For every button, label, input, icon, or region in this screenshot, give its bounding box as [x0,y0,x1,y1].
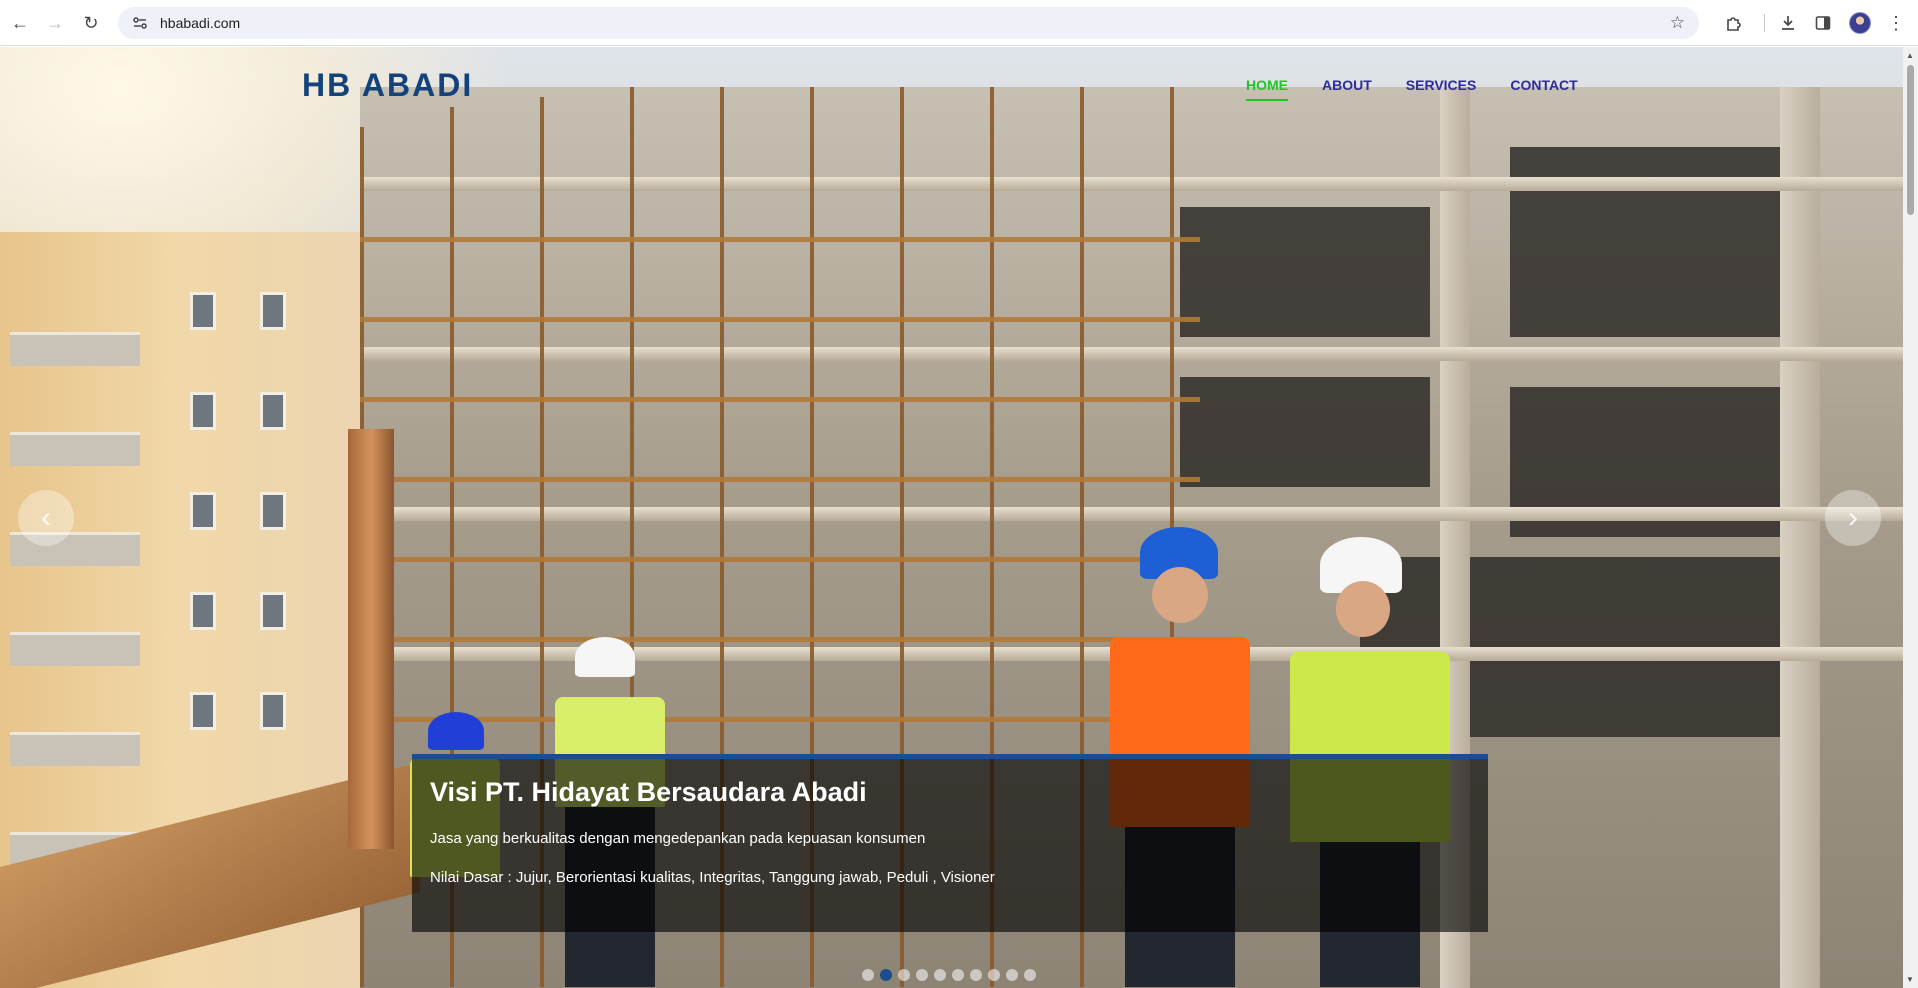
carousel-indicator-dot[interactable] [862,969,874,981]
url-text[interactable]: hbabadi.com [160,15,240,31]
carousel-indicator-dot[interactable] [988,969,1000,981]
nav-home[interactable]: HOME [1246,77,1288,101]
carousel-indicator-dot[interactable] [898,969,910,981]
back-arrow-icon[interactable]: ← [6,9,34,37]
carousel-indicator-dot[interactable] [952,969,964,981]
side-panel-icon[interactable] [1809,9,1837,37]
nav-about[interactable]: ABOUT [1322,77,1372,101]
profile-avatar[interactable] [1849,12,1871,34]
caption-title: Visi PT. Hidayat Bersaudara Abadi [430,777,867,807]
reload-icon[interactable]: ↻ [77,9,105,37]
chevron-right-icon: › [1848,501,1858,534]
caption-line-1: Jasa yang berkualitas dengan mengedepank… [430,830,926,847]
chevron-left-icon: ‹ [41,501,51,534]
caption-line-2: Nilai Dasar : Jujur, Berorientasi kualit… [430,869,995,886]
star-icon[interactable]: ☆ [1670,13,1685,33]
site-logo[interactable]: HB ABADI [302,67,473,104]
scroll-down-icon[interactable]: ▼ [1906,975,1914,984]
download-icon[interactable] [1774,9,1802,37]
nav-services[interactable]: SERVICES [1406,77,1477,101]
puzzle-icon[interactable] [1720,9,1748,37]
carousel-indicators [862,969,1036,981]
kebab-menu-icon[interactable]: ⋮ [1882,9,1910,37]
scroll-thumb[interactable] [1907,65,1914,215]
forward-arrow-icon[interactable]: → [41,9,69,37]
site-info-icon[interactable] [128,11,152,35]
carousel-caption: Visi PT. Hidayat Bersaudara Abadi Jasa y… [412,754,1488,932]
carousel-indicator-dot[interactable] [1024,969,1036,981]
carousel-indicator-dot[interactable] [880,969,892,981]
carousel-indicator-dot[interactable] [1006,969,1018,981]
carousel-indicator-dot[interactable] [934,969,946,981]
scroll-up-icon[interactable]: ▲ [1906,51,1914,60]
site-nav: HOME ABOUT SERVICES CONTACT [1246,77,1612,101]
page-scrollbar[interactable]: ▲ ▼ [1903,47,1918,988]
nav-contact[interactable]: CONTACT [1510,77,1577,101]
toolbar-divider [1764,14,1765,32]
page-viewport: HB ABADI HOME ABOUT SERVICES CONTACT ‹ ›… [0,47,1903,988]
carousel-next-button[interactable]: › [1825,490,1881,546]
address-bar[interactable]: hbabadi.com ☆ [118,7,1699,39]
browser-toolbar: ← → ↻ hbabadi.com ☆ ⋮ [0,0,1918,46]
carousel-indicator-dot[interactable] [970,969,982,981]
carousel-prev-button[interactable]: ‹ [18,490,74,546]
wooden-pole [348,429,394,849]
carousel-indicator-dot[interactable] [916,969,928,981]
